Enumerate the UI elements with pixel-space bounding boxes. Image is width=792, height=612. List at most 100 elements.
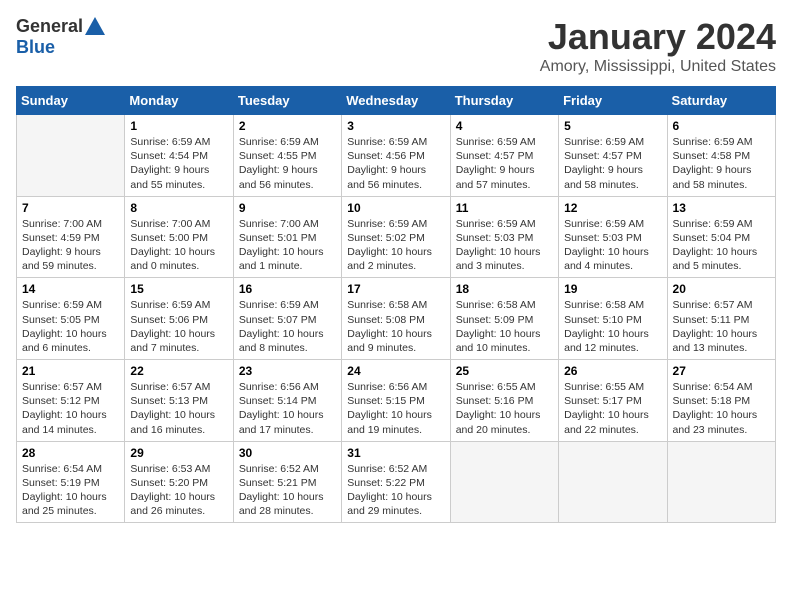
calendar-cell: 3 Sunrise: 6:59 AMSunset: 4:56 PMDaylight… bbox=[342, 115, 450, 197]
day-number: 9 bbox=[239, 201, 336, 215]
day-of-week-header: Thursday bbox=[450, 87, 558, 115]
calendar-cell: 1 Sunrise: 6:59 AMSunset: 4:54 PMDaylight… bbox=[125, 115, 233, 197]
day-number: 1 bbox=[130, 119, 227, 133]
page-header: General Blue January 2024 Amory, Mississ… bbox=[16, 16, 776, 76]
day-info: Sunrise: 6:57 AMSunset: 5:13 PMDaylight:… bbox=[130, 380, 227, 437]
calendar-cell: 18 Sunrise: 6:58 AMSunset: 5:09 PMDayligh… bbox=[450, 278, 558, 360]
day-info: Sunrise: 6:54 AMSunset: 5:18 PMDaylight:… bbox=[673, 380, 770, 437]
day-number: 8 bbox=[130, 201, 227, 215]
logo-triangle-icon bbox=[85, 17, 105, 35]
day-info: Sunrise: 6:59 AMSunset: 5:04 PMDaylight:… bbox=[673, 217, 770, 274]
day-number: 20 bbox=[673, 282, 770, 296]
calendar-cell: 31 Sunrise: 6:52 AMSunset: 5:22 PMDayligh… bbox=[342, 441, 450, 523]
day-info: Sunrise: 6:55 AMSunset: 5:17 PMDaylight:… bbox=[564, 380, 661, 437]
day-info: Sunrise: 6:58 AMSunset: 5:10 PMDaylight:… bbox=[564, 298, 661, 355]
day-of-week-header: Wednesday bbox=[342, 87, 450, 115]
day-number: 22 bbox=[130, 364, 227, 378]
title-area: January 2024 Amory, Mississippi, United … bbox=[540, 16, 776, 76]
day-info: Sunrise: 6:53 AMSunset: 5:20 PMDaylight:… bbox=[130, 462, 227, 519]
calendar-cell: 29 Sunrise: 6:53 AMSunset: 5:20 PMDayligh… bbox=[125, 441, 233, 523]
calendar-cell: 13 Sunrise: 6:59 AMSunset: 5:04 PMDayligh… bbox=[667, 196, 775, 278]
day-info: Sunrise: 6:52 AMSunset: 5:22 PMDaylight:… bbox=[347, 462, 444, 519]
calendar-week-row: 28Sunrise: 6:54 AMSunset: 5:19 PMDayligh… bbox=[17, 441, 776, 523]
location-title: Amory, Mississippi, United States bbox=[540, 58, 776, 76]
day-number: 7 bbox=[22, 201, 119, 215]
day-number: 26 bbox=[564, 364, 661, 378]
day-number: 21 bbox=[22, 364, 119, 378]
logo-general-text: General bbox=[16, 16, 83, 37]
day-info: Sunrise: 7:00 AMSunset: 5:00 PMDaylight:… bbox=[130, 217, 227, 274]
day-info: Sunrise: 6:59 AMSunset: 5:07 PMDaylight:… bbox=[239, 298, 336, 355]
calendar-cell bbox=[559, 441, 667, 523]
calendar-cell: 27 Sunrise: 6:54 AMSunset: 5:18 PMDayligh… bbox=[667, 360, 775, 442]
day-info: Sunrise: 6:57 AMSunset: 5:11 PMDaylight:… bbox=[673, 298, 770, 355]
calendar-week-row: 1 Sunrise: 6:59 AMSunset: 4:54 PMDaylight… bbox=[17, 115, 776, 197]
calendar-cell: 11Sunrise: 6:59 AMSunset: 5:03 PMDayligh… bbox=[450, 196, 558, 278]
day-info: Sunrise: 6:56 AMSunset: 5:14 PMDaylight:… bbox=[239, 380, 336, 437]
day-number: 12 bbox=[564, 201, 661, 215]
calendar-cell: 24 Sunrise: 6:56 AMSunset: 5:15 PMDayligh… bbox=[342, 360, 450, 442]
calendar-cell: 22 Sunrise: 6:57 AMSunset: 5:13 PMDayligh… bbox=[125, 360, 233, 442]
calendar-cell: 21Sunrise: 6:57 AMSunset: 5:12 PMDayligh… bbox=[17, 360, 125, 442]
calendar-cell bbox=[450, 441, 558, 523]
calendar-cell: 14 Sunrise: 6:59 AMSunset: 5:05 PMDayligh… bbox=[17, 278, 125, 360]
logo: General Blue bbox=[16, 16, 105, 58]
calendar-week-row: 7 Sunrise: 7:00 AMSunset: 4:59 PMDaylight… bbox=[17, 196, 776, 278]
day-info: Sunrise: 6:52 AMSunset: 5:21 PMDaylight:… bbox=[239, 462, 336, 519]
day-info: Sunrise: 6:59 AMSunset: 4:58 PMDaylight:… bbox=[673, 135, 770, 192]
day-info: Sunrise: 6:59 AMSunset: 5:02 PMDaylight:… bbox=[347, 217, 444, 274]
calendar-cell: 16 Sunrise: 6:59 AMSunset: 5:07 PMDayligh… bbox=[233, 278, 341, 360]
calendar-cell: 7 Sunrise: 7:00 AMSunset: 4:59 PMDaylight… bbox=[17, 196, 125, 278]
day-number: 25 bbox=[456, 364, 553, 378]
calendar-table: SundayMondayTuesdayWednesdayThursdayFrid… bbox=[16, 86, 776, 523]
day-of-week-header: Sunday bbox=[17, 87, 125, 115]
day-number: 16 bbox=[239, 282, 336, 296]
day-number: 17 bbox=[347, 282, 444, 296]
day-number: 27 bbox=[673, 364, 770, 378]
calendar-cell: 23Sunrise: 6:56 AMSunset: 5:14 PMDayligh… bbox=[233, 360, 341, 442]
calendar-cell: 25 Sunrise: 6:55 AMSunset: 5:16 PMDayligh… bbox=[450, 360, 558, 442]
calendar-cell: 28Sunrise: 6:54 AMSunset: 5:19 PMDayligh… bbox=[17, 441, 125, 523]
calendar-cell: 10 Sunrise: 6:59 AMSunset: 5:02 PMDayligh… bbox=[342, 196, 450, 278]
day-info: Sunrise: 6:59 AMSunset: 4:56 PMDaylight:… bbox=[347, 135, 444, 192]
day-info: Sunrise: 6:58 AMSunset: 5:08 PMDaylight:… bbox=[347, 298, 444, 355]
day-number: 5 bbox=[564, 119, 661, 133]
calendar-cell: 5 Sunrise: 6:59 AMSunset: 4:57 PMDaylight… bbox=[559, 115, 667, 197]
day-info: Sunrise: 6:58 AMSunset: 5:09 PMDaylight:… bbox=[456, 298, 553, 355]
calendar-cell: 17 Sunrise: 6:58 AMSunset: 5:08 PMDayligh… bbox=[342, 278, 450, 360]
calendar-cell: 12 Sunrise: 6:59 AMSunset: 5:03 PMDayligh… bbox=[559, 196, 667, 278]
day-info: Sunrise: 6:56 AMSunset: 5:15 PMDaylight:… bbox=[347, 380, 444, 437]
day-info: Sunrise: 6:59 AMSunset: 5:06 PMDaylight:… bbox=[130, 298, 227, 355]
day-number: 19 bbox=[564, 282, 661, 296]
day-number: 6 bbox=[673, 119, 770, 133]
day-info: Sunrise: 7:00 AMSunset: 5:01 PMDaylight:… bbox=[239, 217, 336, 274]
day-of-week-header: Friday bbox=[559, 87, 667, 115]
calendar-cell bbox=[17, 115, 125, 197]
day-info: Sunrise: 6:59 AMSunset: 5:03 PMDaylight:… bbox=[564, 217, 661, 274]
calendar-cell bbox=[667, 441, 775, 523]
calendar-cell: 20 Sunrise: 6:57 AMSunset: 5:11 PMDayligh… bbox=[667, 278, 775, 360]
day-number: 18 bbox=[456, 282, 553, 296]
day-info: Sunrise: 6:59 AMSunset: 4:55 PMDaylight:… bbox=[239, 135, 336, 192]
day-number: 14 bbox=[22, 282, 119, 296]
day-number: 2 bbox=[239, 119, 336, 133]
day-info: Sunrise: 6:54 AMSunset: 5:19 PMDaylight:… bbox=[22, 462, 119, 519]
day-info: Sunrise: 6:55 AMSunset: 5:16 PMDaylight:… bbox=[456, 380, 553, 437]
day-number: 24 bbox=[347, 364, 444, 378]
day-info: Sunrise: 6:59 AMSunset: 4:57 PMDaylight:… bbox=[564, 135, 661, 192]
calendar-cell: 6 Sunrise: 6:59 AMSunset: 4:58 PMDaylight… bbox=[667, 115, 775, 197]
day-info: Sunrise: 6:59 AMSunset: 4:54 PMDaylight:… bbox=[130, 135, 227, 192]
calendar-cell: 26 Sunrise: 6:55 AMSunset: 5:17 PMDayligh… bbox=[559, 360, 667, 442]
day-number: 31 bbox=[347, 446, 444, 460]
logo-blue-text: Blue bbox=[16, 37, 55, 58]
day-of-week-header: Tuesday bbox=[233, 87, 341, 115]
day-info: Sunrise: 6:59 AMSunset: 4:57 PMDaylight:… bbox=[456, 135, 553, 192]
calendar-cell: 4Sunrise: 6:59 AMSunset: 4:57 PMDaylight… bbox=[450, 115, 558, 197]
day-number: 10 bbox=[347, 201, 444, 215]
day-number: 13 bbox=[673, 201, 770, 215]
day-info: Sunrise: 6:59 AMSunset: 5:05 PMDaylight:… bbox=[22, 298, 119, 355]
calendar-cell: 30Sunrise: 6:52 AMSunset: 5:21 PMDayligh… bbox=[233, 441, 341, 523]
day-number: 3 bbox=[347, 119, 444, 133]
day-info: Sunrise: 7:00 AMSunset: 4:59 PMDaylight:… bbox=[22, 217, 119, 274]
day-number: 29 bbox=[130, 446, 227, 460]
